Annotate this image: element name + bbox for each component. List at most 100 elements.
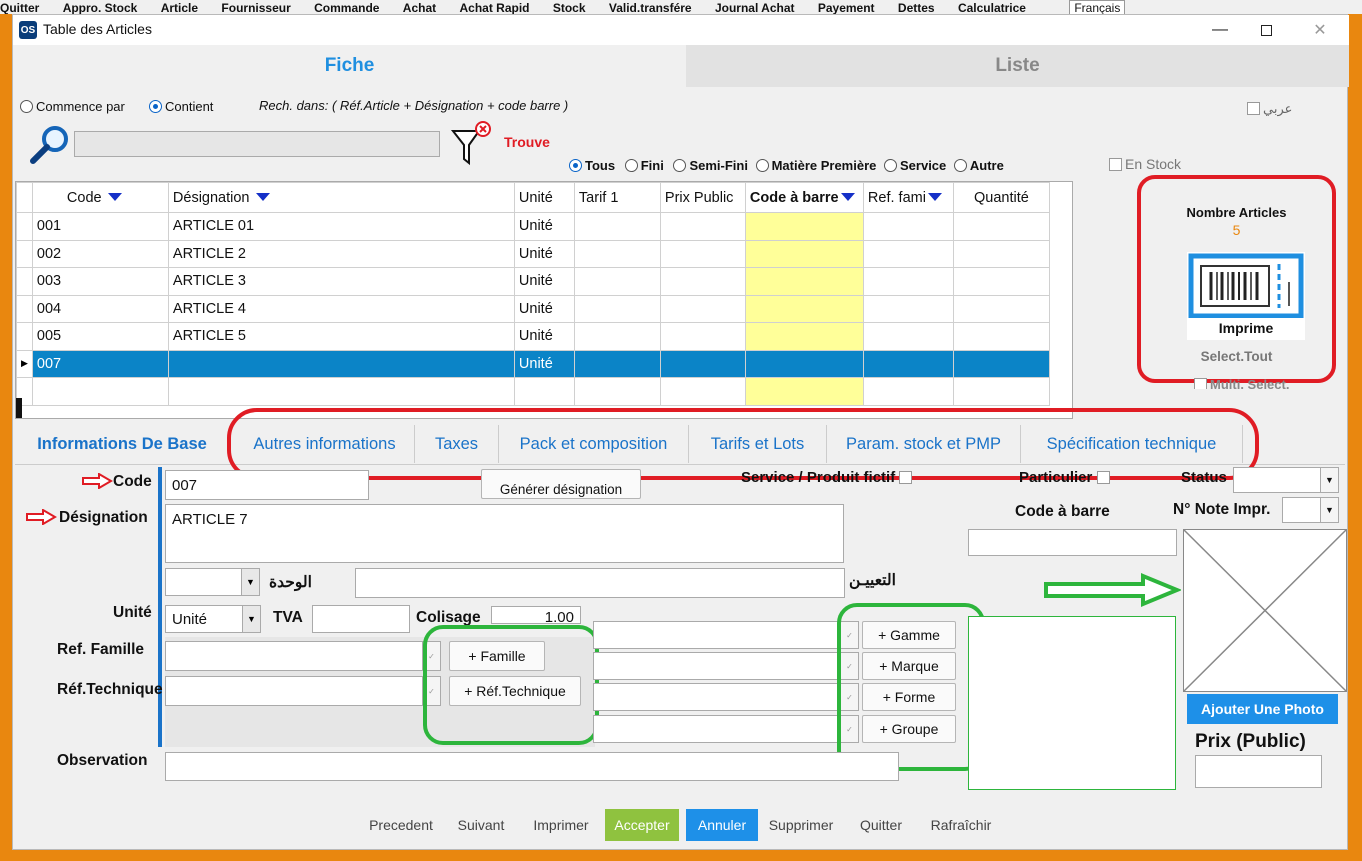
taayin-input[interactable] (355, 568, 845, 598)
table-row[interactable]: 002 ARTICLE 2 Unité (16, 239, 1050, 268)
column-header-quantite[interactable]: Quantité (952, 182, 1050, 213)
supprimer-button[interactable]: Supprimer (764, 809, 838, 841)
suivant-button[interactable]: Suivant (447, 809, 515, 841)
table-row[interactable]: 005 ARTICLE 5 Unité (16, 322, 1050, 351)
grid-scrollbar[interactable] (16, 398, 22, 418)
barcode-print-icon[interactable] (1187, 252, 1305, 320)
tab-liste[interactable]: Liste (686, 45, 1349, 87)
marque-select[interactable]: ✓ (593, 652, 859, 680)
ref-technique-select[interactable]: ✓ (165, 676, 441, 706)
radio-label: Commence par (36, 99, 125, 114)
column-header-designation[interactable]: Désignation (167, 182, 515, 213)
prix-public-input[interactable] (1195, 755, 1322, 788)
column-header-ref-famille[interactable]: Ref. fami (862, 182, 954, 213)
cell-code-barre (744, 267, 864, 296)
tva-input[interactable] (312, 605, 410, 633)
colisage-input[interactable]: 1.00 (491, 606, 581, 624)
radio-commence-par[interactable]: Commence par (20, 99, 125, 114)
cell-designation: ARTICLE 01 (167, 212, 515, 241)
select-tout-button[interactable]: Select.Tout (1143, 349, 1330, 364)
service-produit-fictif-check[interactable]: Service / Produit fictif (741, 469, 915, 485)
rafraichir-button[interactable]: Rafraîchir (921, 809, 1001, 841)
column-header-prix-public[interactable]: Prix Public (659, 182, 746, 213)
wahda-select[interactable]: ▼ (165, 568, 260, 596)
particulier-check[interactable]: Particulier (1019, 469, 1113, 485)
cell-unite: Unité (513, 212, 575, 241)
unite-label: Unité (113, 604, 152, 621)
designation-input[interactable]: ARTICLE 7 (165, 504, 844, 563)
minimize-icon[interactable]: — (1197, 15, 1243, 45)
ref-famille-select[interactable]: ✓ (165, 641, 441, 671)
filter-tous[interactable]: Tous (569, 158, 615, 173)
groupe-select[interactable]: ✓ (593, 715, 859, 743)
status-select[interactable]: ▼ (1233, 467, 1339, 493)
code-barre-input[interactable] (968, 529, 1177, 556)
articles-grid[interactable]: Code Désignation Unité Tarif 1 Prix Publ… (15, 181, 1073, 419)
column-header-unite[interactable]: Unité (513, 182, 575, 213)
checkbox-arabic[interactable]: عربي (1247, 101, 1292, 117)
prix-public-label: Prix (Public) (1195, 731, 1306, 752)
tab-informations-de-base[interactable]: Informations De Base (23, 425, 221, 463)
cell-prix-public (659, 212, 746, 241)
search-icon[interactable] (27, 123, 73, 165)
maximize-icon[interactable] (1243, 15, 1289, 45)
filter-matiere-premiere[interactable]: Matière Première (755, 158, 876, 173)
bg-menu-item: Commande (314, 1, 380, 14)
close-icon[interactable]: ✕ (1297, 15, 1343, 45)
chevron-down-icon: ▼ (241, 569, 259, 595)
imprime-button[interactable]: Imprime (1187, 318, 1305, 340)
bg-menu-item: Payement (817, 1, 875, 14)
wahda-label: الوحدة (269, 574, 312, 591)
observation-label: Observation (57, 752, 148, 769)
table-row-empty[interactable] (16, 377, 1050, 406)
bg-menu-item: Achat Rapid (459, 1, 530, 14)
table-row-selected[interactable]: ▶ 007 Unité (16, 349, 1050, 378)
checkbox-box (1109, 158, 1122, 171)
quitter-button[interactable]: Quitter (849, 809, 913, 841)
cell-ref-famille (862, 349, 954, 378)
filter-service[interactable]: Service (884, 158, 946, 173)
column-header-tarif1[interactable]: Tarif 1 (573, 182, 661, 213)
checkbox-multi-select[interactable]: Multi. Select. (1194, 377, 1289, 389)
imprimer-button[interactable]: Imprimer (525, 809, 597, 841)
forme-select[interactable]: ✓ (593, 683, 859, 711)
observation-input[interactable] (165, 752, 899, 781)
precedent-button[interactable]: Precedent (363, 809, 439, 841)
column-header-code-barre[interactable]: Code à barre (744, 182, 864, 213)
row-indicator (16, 239, 33, 268)
checkbox-box (899, 471, 913, 484)
generer-designation-button[interactable]: Générer désignation (481, 469, 641, 499)
articles-table: Code Désignation Unité Tarif 1 Prix Publ… (16, 182, 1050, 406)
gamme-select[interactable]: ✓ (593, 621, 859, 649)
designation-label: Désignation (59, 509, 148, 526)
cell-designation: ARTICLE 4 (167, 294, 515, 323)
table-row[interactable]: 001 ARTICLE 01 Unité (16, 212, 1050, 241)
radio-circle (755, 159, 769, 172)
unite-value: Unité (172, 610, 208, 628)
tab-fiche[interactable]: Fiche (13, 45, 686, 87)
table-row[interactable]: 003 ARTICLE 3 Unité (16, 267, 1050, 296)
filter-fini[interactable]: Fini (624, 158, 664, 173)
filter-semi-fini[interactable]: Semi-Fini (673, 158, 748, 173)
radio-contient[interactable]: Contient (149, 99, 213, 114)
annuler-button[interactable]: Annuler (686, 809, 758, 841)
checkbox-box (1096, 471, 1110, 484)
red-arrow-icon (25, 508, 57, 528)
column-header-code[interactable]: Code (31, 182, 169, 213)
checkbox-en-stock[interactable]: En Stock (1109, 156, 1181, 172)
bg-menu-item: Journal Achat (714, 1, 795, 14)
filter-clear-icon[interactable] (449, 119, 495, 167)
code-input[interactable]: 007 (165, 470, 369, 500)
bg-menu-item: Quitter (0, 1, 40, 14)
bg-menu-item: Appro. Stock (62, 1, 138, 14)
cell-unite: Unité (513, 322, 575, 351)
unite-select[interactable]: Unité ▼ (165, 605, 261, 633)
table-row[interactable]: 004 ARTICLE 4 Unité (16, 294, 1050, 323)
accepter-button[interactable]: Accepter (605, 809, 679, 841)
attributes-list-box[interactable] (968, 616, 1176, 790)
ajouter-photo-button[interactable]: Ajouter Une Photo (1187, 694, 1338, 724)
search-input[interactable] (74, 131, 440, 157)
cell-code-barre (744, 349, 864, 378)
filter-autre[interactable]: Autre (953, 158, 1004, 173)
note-impr-select[interactable]: ▼ (1282, 497, 1339, 523)
